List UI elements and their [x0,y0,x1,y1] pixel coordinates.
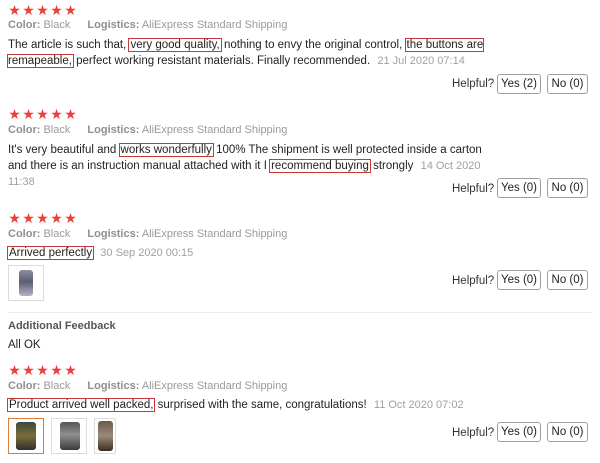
highlighted-phrase: works wonderfully [118,143,214,157]
star-rating: ★ ★ ★ ★ ★ [8,107,77,121]
highlighted-phrase: very good quality, [128,38,222,52]
color-label: Color: [8,19,41,31]
star-icon: ★ [8,362,21,378]
review-meta: Color: Black Logistics: AliExpress Stand… [8,380,287,392]
logistics-label: Logistics: [87,124,140,136]
review-date: 30 Sep 2020 00:15 [100,247,194,259]
phone-photo-icon [19,270,33,296]
star-icon: ★ [22,2,35,18]
star-rating: ★ ★ ★ ★ ★ [8,3,77,17]
logistics-label: Logistics: [87,19,140,31]
star-icon: ★ [50,106,63,122]
highlighted-phrase: recommend buying [269,159,371,173]
star-icon: ★ [22,362,35,378]
review-text-part: strongly [369,160,414,172]
color-value: Black [43,228,71,240]
star-icon: ★ [8,2,21,18]
review-text-part: The article is such that, [8,39,130,51]
divider [8,312,592,313]
star-icon: ★ [36,210,49,226]
star-icon: ★ [50,210,63,226]
review-photo-thumbnail[interactable] [8,418,44,454]
highlighted-phrase: Product arrived well packed, [6,398,156,412]
star-icon: ★ [36,362,49,378]
review-text-part: It's very beautiful and [8,144,120,156]
star-icon: ★ [8,210,21,226]
color-label: Color: [8,380,41,392]
star-icon: ★ [64,2,77,18]
star-icon: ★ [64,362,77,378]
color-value: Black [43,124,71,136]
logistics-value: AliExpress Standard Shipping [141,124,288,136]
review-date: 11 Oct 2020 07:02 [373,399,464,411]
helpful-label: Helpful? [452,78,495,90]
helpful-label: Helpful? [452,183,495,195]
helpful-no-button[interactable]: No (0) [547,178,588,198]
review-photo-thumbnail[interactable] [51,418,87,454]
phone-photo-icon [98,421,113,451]
review-text-part: surprised with the same, congratulations… [154,399,367,411]
star-icon: ★ [36,2,49,18]
review-meta: Color: Black Logistics: AliExpress Stand… [8,124,287,136]
star-icon: ★ [22,106,35,122]
review-photo-thumbnail[interactable] [94,418,116,454]
helpful-no-button[interactable]: No (0) [547,270,588,290]
additional-feedback-title: Additional Feedback [8,320,116,332]
helpful-yes-button[interactable]: Yes (0) [497,270,541,290]
review-text: Product arrived well packed, surprised w… [6,397,528,413]
helpful-label: Helpful? [452,427,495,439]
review-text-part: nothing to envy the original control, [220,39,406,51]
star-icon: ★ [64,210,77,226]
star-rating: ★ ★ ★ ★ ★ [8,211,77,225]
helpful-no-button[interactable]: No (0) [547,74,588,94]
star-icon: ★ [8,106,21,122]
review-text: Arrived perfectly 30 Sep 2020 00:15 [6,245,528,261]
additional-feedback-text: All OK [8,339,41,351]
review-date: 21 Jul 2020 07:14 [377,55,465,67]
helpful-yes-button[interactable]: Yes (0) [497,422,541,442]
star-icon: ★ [64,106,77,122]
helpful-no-button[interactable]: No (0) [547,422,588,442]
review-text-part: perfect working resistant materials. Fin… [72,55,371,67]
color-value: Black [43,380,71,392]
logistics-value: AliExpress Standard Shipping [141,228,288,240]
review-text: The article is such that, very good qual… [6,37,528,69]
review-photo-thumbnail[interactable] [8,265,44,301]
phone-photo-icon [16,422,36,450]
star-rating: ★ ★ ★ ★ ★ [8,363,77,377]
logistics-value: AliExpress Standard Shipping [141,19,288,31]
color-label: Color: [8,228,41,240]
helpful-yes-button[interactable]: Yes (0) [497,178,541,198]
highlighted-phrase: Arrived perfectly [6,246,95,260]
star-icon: ★ [36,106,49,122]
review-text: It's very beautiful and works wonderfull… [8,142,488,190]
star-icon: ★ [22,210,35,226]
review-meta: Color: Black Logistics: AliExpress Stand… [8,228,287,240]
color-label: Color: [8,124,41,136]
review-meta: Color: Black Logistics: AliExpress Stand… [8,19,287,31]
helpful-label: Helpful? [452,275,495,287]
logistics-value: AliExpress Standard Shipping [141,380,288,392]
helpful-yes-button[interactable]: Yes (2) [497,74,541,94]
logistics-label: Logistics: [87,228,140,240]
phone-photo-icon [60,422,80,450]
logistics-label: Logistics: [87,380,140,392]
color-value: Black [43,19,71,31]
star-icon: ★ [50,362,63,378]
star-icon: ★ [50,2,63,18]
